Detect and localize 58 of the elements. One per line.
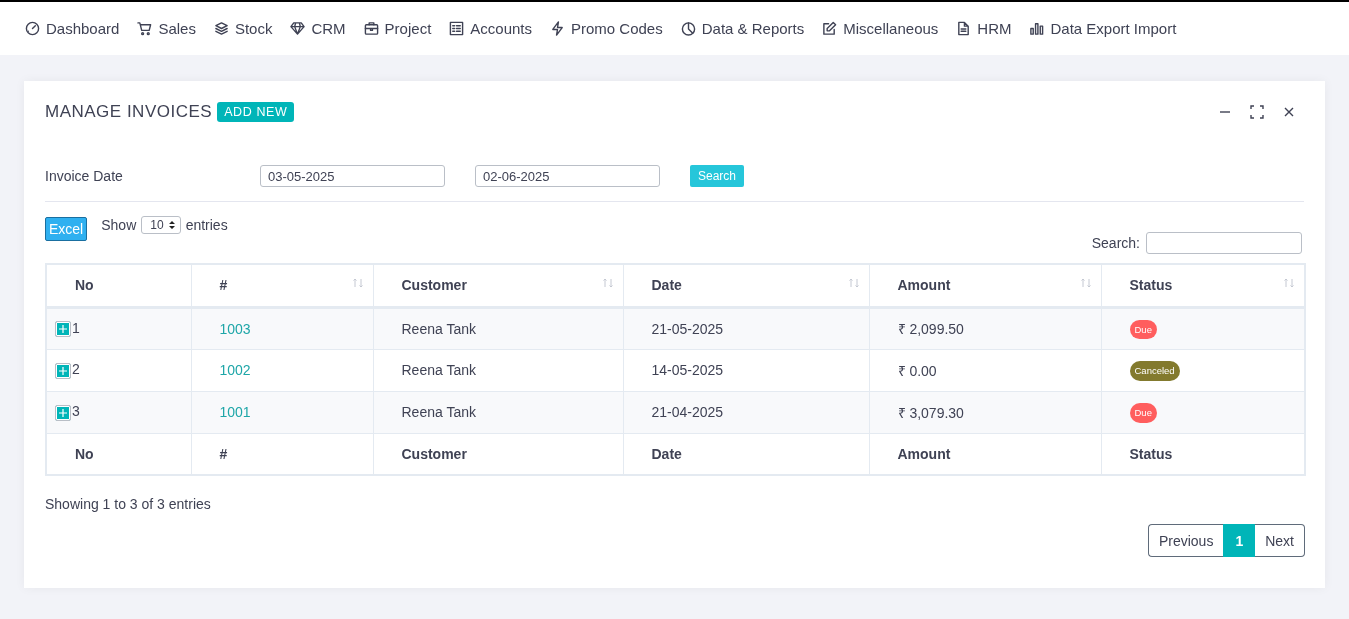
expand-icon[interactable] — [1250, 105, 1264, 119]
nav-link[interactable]: Promo Codes — [550, 20, 663, 37]
next-button[interactable]: Next — [1255, 524, 1305, 557]
table-cell: 21-05-2025 — [623, 307, 869, 349]
from-date-field[interactable]: 03-05-2025 — [260, 165, 445, 187]
list-icon — [449, 21, 465, 36]
nav-link[interactable]: CRM — [290, 20, 346, 37]
status-badge: Due — [1129, 319, 1157, 340]
expand-row-button[interactable] — [55, 321, 71, 338]
lightning-icon — [550, 21, 565, 36]
nav-link[interactable]: Miscellaneous — [822, 20, 939, 37]
status-badge: Due — [1129, 403, 1157, 423]
nav-link[interactable]: Stock — [213, 20, 273, 37]
cart-icon — [137, 21, 153, 36]
plus-icon — [59, 325, 67, 334]
search-field[interactable] — [1146, 232, 1302, 254]
nav-link[interactable]: Dashboard — [25, 20, 120, 37]
page-size-select[interactable]: 10 — [141, 216, 181, 234]
bar-chart-icon — [1029, 21, 1045, 36]
entries-info: Showing 1 to 3 of 3 entries — [45, 496, 212, 512]
document-icon — [956, 21, 972, 36]
table-cell: Reena Tank — [373, 307, 623, 349]
table-cell: 2 — [46, 349, 191, 391]
nav-link[interactable]: Project — [363, 20, 432, 37]
entries-label: entries — [185, 217, 228, 233]
nav-link[interactable]: HRM — [956, 20, 1012, 37]
previous-button[interactable]: Previous — [1147, 524, 1224, 557]
nav-link[interactable]: Data Export Import — [1029, 20, 1177, 37]
close-icon[interactable] — [1282, 105, 1296, 119]
status-badge: Canceled — [1129, 361, 1180, 381]
caret-icon — [167, 220, 176, 230]
table-cell: 14-05-2025 — [623, 349, 869, 391]
expand-row-button[interactable] — [55, 362, 71, 379]
table-cell: 21-04-2025 — [623, 391, 869, 433]
table-cell: Reena Tank — [373, 391, 623, 433]
table-cell: 3 — [46, 391, 191, 433]
plus-icon — [59, 408, 67, 417]
to-date-field[interactable]: 02-06-2025 — [475, 165, 660, 187]
layers-icon — [213, 21, 229, 36]
expand-row-button[interactable] — [55, 404, 71, 421]
table-cell: ₹ 0.00 — [869, 349, 1101, 391]
table-cell: ₹ 2,099.50 — [869, 307, 1101, 349]
gauge-icon — [25, 21, 40, 36]
briefcase-icon — [363, 21, 379, 36]
nav-link[interactable]: Accounts — [449, 20, 532, 37]
nav-link[interactable]: Sales — [137, 20, 196, 37]
search-label: Search: — [1091, 235, 1140, 251]
table-cell: ₹ 3,079.30 — [869, 391, 1101, 433]
plus-icon — [59, 366, 67, 375]
pie-chart-icon — [680, 21, 696, 36]
diamond-icon — [290, 21, 306, 36]
edit-icon — [822, 21, 838, 36]
card-title: MANAGE INVOICES — [45, 102, 213, 122]
nav-link[interactable]: Data & Reports — [680, 20, 805, 37]
invoice-date-label: Invoice Date — [45, 168, 124, 184]
table-cell: 1 — [46, 307, 191, 349]
table-cell: Reena Tank — [373, 349, 623, 391]
show-label: Show — [101, 217, 137, 233]
